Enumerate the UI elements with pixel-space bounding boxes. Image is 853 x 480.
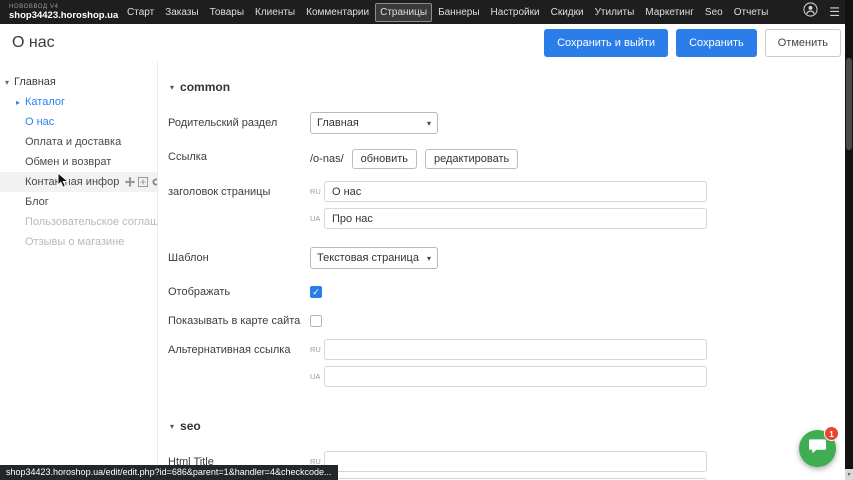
top-menu: Старт Заказы Товары Клиенты Комментарии … <box>122 3 773 22</box>
page-title-ru-input[interactable] <box>324 181 707 202</box>
page-title-label: заголовок страницы <box>168 181 310 235</box>
section-title: seo <box>180 419 201 433</box>
chevron-down-icon[interactable]: ▾ <box>5 78 14 87</box>
top-menu-marketing[interactable]: Маркетинг <box>640 3 699 22</box>
alt-link-label: Альтернативная ссылка <box>168 339 310 393</box>
brand-version-label: НОВОВВОД V4 <box>9 4 122 10</box>
parent-section-select[interactable]: Главная ▾ <box>310 112 438 134</box>
scrollbar-down-arrow[interactable]: ▾ <box>845 469 853 480</box>
display-label: Отображать <box>168 281 310 298</box>
tree-item-label: О нас <box>25 116 54 128</box>
top-menu-seo[interactable]: Seo <box>700 3 728 22</box>
sidebar-item-about[interactable]: О нас <box>0 112 157 132</box>
top-menu-utilities[interactable]: Утилиты <box>590 3 640 22</box>
chat-widget-button[interactable]: 1 <box>799 430 836 467</box>
alt-link-ua-input[interactable] <box>324 366 707 387</box>
html-title-ru-input[interactable] <box>324 451 707 472</box>
sitemap-checkbox[interactable] <box>310 315 322 327</box>
template-select[interactable]: Текстовая страница ▾ <box>310 247 438 269</box>
link-refresh-button[interactable]: обновить <box>352 149 417 169</box>
template-label: Шаблон <box>168 247 310 269</box>
scrollbar-thumb[interactable] <box>846 58 852 150</box>
save-and-exit-button[interactable]: Сохранить и выйти <box>544 29 668 57</box>
top-menu-reports[interactable]: Отчеты <box>729 3 774 22</box>
sidebar-item-main[interactable]: ▾ Главная <box>0 72 157 92</box>
menu-icon[interactable]: ☰ <box>829 6 840 18</box>
lang-ru-label: RU <box>310 339 324 360</box>
tree-item-label: Контактная инфор <box>25 176 119 188</box>
lang-ru-label: RU <box>310 181 324 202</box>
sidebar-item-blog[interactable]: Блог <box>0 192 157 212</box>
sidebar-item-catalog[interactable]: ▸ Каталог <box>0 92 157 112</box>
top-menu-discounts[interactable]: Скидки <box>546 3 589 22</box>
section-collapse-icon[interactable]: ▾ <box>170 422 174 431</box>
select-value: Текстовая страница <box>317 252 419 264</box>
cancel-button[interactable]: Отменить <box>765 29 841 57</box>
section-title: common <box>180 80 230 94</box>
chat-icon <box>808 438 827 460</box>
page-title: О нас <box>12 34 55 52</box>
select-value: Главная <box>317 117 359 129</box>
tree-item-label: Блог <box>25 196 49 208</box>
top-bar: НОВОВВОД V4 shop34423.horoshop.ua Старт … <box>0 0 853 24</box>
page-header: О нас Сохранить и выйти Сохранить Отмени… <box>0 24 853 62</box>
alt-link-ru-input[interactable] <box>324 339 707 360</box>
add-page-icon[interactable] <box>138 177 148 187</box>
chevron-down-icon: ▾ <box>427 254 431 263</box>
page-edit-form: ▾ common Родительский раздел Главная ▾ С… <box>158 62 853 480</box>
top-menu-products[interactable]: Товары <box>205 3 249 22</box>
link-edit-button[interactable]: редактировать <box>425 149 518 169</box>
link-label: Ссылка <box>168 146 310 169</box>
top-menu-start[interactable]: Старт <box>122 3 159 22</box>
section-common-header[interactable]: ▾ common <box>170 80 853 94</box>
sitemap-label: Показывать в карте сайта <box>168 310 310 327</box>
top-menu-clients[interactable]: Клиенты <box>250 3 300 22</box>
tree-item-label: Отзывы о магазине <box>25 236 124 248</box>
sidebar-item-exchange-return[interactable]: Обмен и возврат <box>0 152 157 172</box>
brand-domain-label: shop34423.horoshop.ua <box>9 11 122 21</box>
sidebar-item-payment-delivery[interactable]: Оплата и доставка <box>0 132 157 152</box>
top-menu-pages[interactable]: Страницы <box>375 3 432 22</box>
section-collapse-icon[interactable]: ▾ <box>170 83 174 92</box>
page: О нас Сохранить и выйти Сохранить Отмени… <box>0 24 853 480</box>
page-scrollbar[interactable]: ▾ <box>845 0 853 480</box>
sidebar-item-contact-info[interactable]: Контактная инфор <box>0 172 157 192</box>
pages-tree-sidebar: ▾ Главная ▸ Каталог О нас Оплата и доста… <box>0 62 158 480</box>
chevron-right-icon[interactable]: ▸ <box>16 98 25 107</box>
parent-section-label: Родительский раздел <box>168 112 310 134</box>
tree-item-label: Каталог <box>25 96 65 108</box>
tree-item-label: Главная <box>14 76 56 88</box>
sidebar-item-user-agreement[interactable]: Пользовательское соглашение <box>0 212 157 232</box>
top-menu-comments[interactable]: Комментарии <box>301 3 374 22</box>
page-title-ua-input[interactable] <box>324 208 707 229</box>
gear-icon[interactable] <box>151 177 157 187</box>
brand-logo[interactable]: НОВОВВОД V4 shop34423.horoshop.ua <box>0 4 122 21</box>
section-seo-header[interactable]: ▾ seo <box>170 419 853 433</box>
chevron-down-icon: ▾ <box>427 119 431 128</box>
display-checkbox[interactable]: ✓ <box>310 286 322 298</box>
tree-item-label: Обмен и возврат <box>25 156 111 168</box>
top-menu-settings[interactable]: Настройки <box>486 3 545 22</box>
top-menu-banners[interactable]: Баннеры <box>433 3 484 22</box>
status-url-tooltip: shop34423.horoshop.ua/edit/edit.php?id=6… <box>0 465 338 480</box>
lang-ua-label: UA <box>310 366 324 387</box>
tree-item-label: Пользовательское соглашение <box>25 216 157 228</box>
chat-unread-badge: 1 <box>824 426 839 441</box>
lang-ua-label: UA <box>310 208 324 229</box>
save-button[interactable]: Сохранить <box>676 29 757 57</box>
tree-item-label: Оплата и доставка <box>25 136 121 148</box>
link-value: /o-nas/ <box>310 153 344 165</box>
sidebar-item-store-reviews[interactable]: Отзывы о магазине <box>0 232 157 252</box>
account-icon[interactable] <box>803 2 818 22</box>
top-menu-orders[interactable]: Заказы <box>160 3 203 22</box>
move-icon[interactable] <box>125 177 135 187</box>
